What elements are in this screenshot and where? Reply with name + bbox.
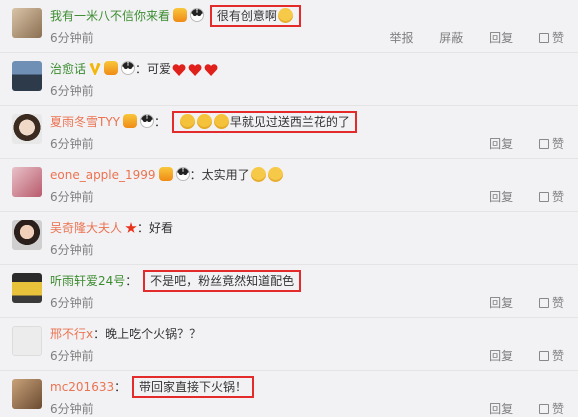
comment-row: eone_apple_1999 ：太实用了 6分钟前 回复 赞 xyxy=(0,159,578,212)
reply-link[interactable]: 回复 xyxy=(489,137,513,151)
panda-badge-icon xyxy=(121,61,136,75)
comment-time: 6分钟前 xyxy=(50,190,94,204)
like-button[interactable]: 赞 xyxy=(538,31,564,45)
avatar[interactable] xyxy=(12,220,42,250)
vip-badge-icon xyxy=(173,8,188,22)
reply-link[interactable]: 回复 xyxy=(489,190,513,204)
comment-row: 邢不行x：晚上吃个火锅？？ 6分钟前 回复 赞 xyxy=(0,318,578,371)
thumb-up-icon xyxy=(538,33,549,43)
comment-text-highlight: 很有创意啊 xyxy=(209,5,301,27)
comment-list: 我有一米八不信你来看 很有创意啊 6分钟前 举报 屏蔽 回复 赞 治愈话 ：可爱 … xyxy=(0,0,578,416)
comment-username[interactable]: 夏雨冬雪TYY xyxy=(50,115,120,129)
comment-text: 很有创意啊 xyxy=(216,9,277,23)
comment-text-highlight: 不是吧，粉丝竟然知道配色 xyxy=(143,270,302,292)
emoji-icon xyxy=(213,114,229,129)
heart-icon xyxy=(204,64,218,76)
comment-username[interactable]: mc201633 xyxy=(50,380,114,394)
comment-text-highlight: 早就见过送西兰花的了 xyxy=(171,111,357,133)
avatar[interactable] xyxy=(12,273,42,303)
comment-text: 带回家直接下火锅！ xyxy=(138,380,247,394)
comment-username[interactable]: 治愈话 xyxy=(50,62,86,76)
vip-badge-icon xyxy=(158,167,173,181)
comment-text: 晚上吃个火锅？？ xyxy=(105,327,202,341)
comment-time: 6分钟前 xyxy=(50,243,94,257)
heart-icon xyxy=(172,64,186,76)
emoji-icon xyxy=(196,114,212,129)
panda-badge-icon xyxy=(190,8,205,22)
comment-text: 好看 xyxy=(149,221,174,235)
avatar[interactable] xyxy=(12,61,42,91)
avatar[interactable] xyxy=(12,8,42,38)
comment-row: mc201633： 带回家直接下火锅！ 6分钟前 回复 赞 xyxy=(0,371,578,416)
reply-link[interactable]: 回复 xyxy=(489,349,513,363)
comment-row: 治愈话 ：可爱 6分钟前 xyxy=(0,53,578,106)
comment-row: 夏雨冬雪TYY： 早就见过送西兰花的了 6分钟前 回复 赞 xyxy=(0,106,578,159)
comment-username[interactable]: 我有一米八不信你来看 xyxy=(50,9,170,23)
comment-text: 可爱 xyxy=(147,62,172,76)
vip-badge-icon xyxy=(104,61,119,75)
comment-text-highlight: 带回家直接下火锅！ xyxy=(131,376,254,398)
emoji-icon xyxy=(250,167,266,182)
comment-row: 我有一米八不信你来看 很有创意啊 6分钟前 举报 屏蔽 回复 赞 xyxy=(0,0,578,53)
emoji-icon xyxy=(277,8,293,23)
like-button[interactable]: 赞 xyxy=(538,190,564,204)
comment-text: 不是吧，粉丝竟然知道配色 xyxy=(150,274,295,288)
star-badge-icon xyxy=(125,222,137,233)
panda-badge-icon xyxy=(140,114,154,128)
comment-row: 听雨轩爱24号： 不是吧，粉丝竟然知道配色 6分钟前 回复 赞 xyxy=(0,265,578,318)
avatar[interactable] xyxy=(12,326,42,356)
verified-v-icon xyxy=(89,63,102,75)
thumb-up-icon xyxy=(538,139,549,149)
comment-row: 吴奇隆大夫人 ：好看 6分钟前 xyxy=(0,212,578,265)
comment-time: 6分钟前 xyxy=(50,137,94,151)
avatar[interactable] xyxy=(12,379,42,409)
comment-time: 6分钟前 xyxy=(50,296,94,310)
report-link[interactable]: 举报 xyxy=(389,31,413,45)
comment-username[interactable]: 邢不行x xyxy=(50,327,93,341)
comment-username[interactable]: eone_apple_1999 xyxy=(50,168,156,182)
heart-icon xyxy=(188,64,202,76)
reply-link[interactable]: 回复 xyxy=(489,31,513,45)
comment-text: 早就见过送西兰花的了 xyxy=(229,115,350,129)
avatar[interactable] xyxy=(12,114,42,144)
thumb-up-icon xyxy=(538,404,549,414)
like-button[interactable]: 赞 xyxy=(538,296,564,310)
avatar[interactable] xyxy=(12,167,42,197)
comment-username[interactable]: 听雨轩爱24号 xyxy=(50,274,125,288)
comment-username[interactable]: 吴奇隆大夫人 xyxy=(50,221,122,235)
like-button[interactable]: 赞 xyxy=(538,137,564,151)
reply-link[interactable]: 回复 xyxy=(489,402,513,416)
thumb-up-icon xyxy=(538,192,549,202)
comment-time: 6分钟前 xyxy=(50,349,94,363)
panda-badge-icon xyxy=(175,167,190,181)
block-link[interactable]: 屏蔽 xyxy=(439,31,463,45)
like-button[interactable]: 赞 xyxy=(538,349,564,363)
thumb-up-icon xyxy=(538,298,549,308)
comment-time: 6分钟前 xyxy=(50,84,94,98)
vip-badge-icon xyxy=(123,114,137,128)
like-button[interactable]: 赞 xyxy=(538,402,564,416)
comment-time: 6分钟前 xyxy=(50,402,94,416)
emoji-icon xyxy=(267,167,283,182)
reply-link[interactable]: 回复 xyxy=(489,296,513,310)
comment-time: 6分钟前 xyxy=(50,31,94,45)
emoji-icon xyxy=(179,114,195,129)
thumb-up-icon xyxy=(538,351,549,361)
comment-text: 太实用了 xyxy=(201,168,250,182)
